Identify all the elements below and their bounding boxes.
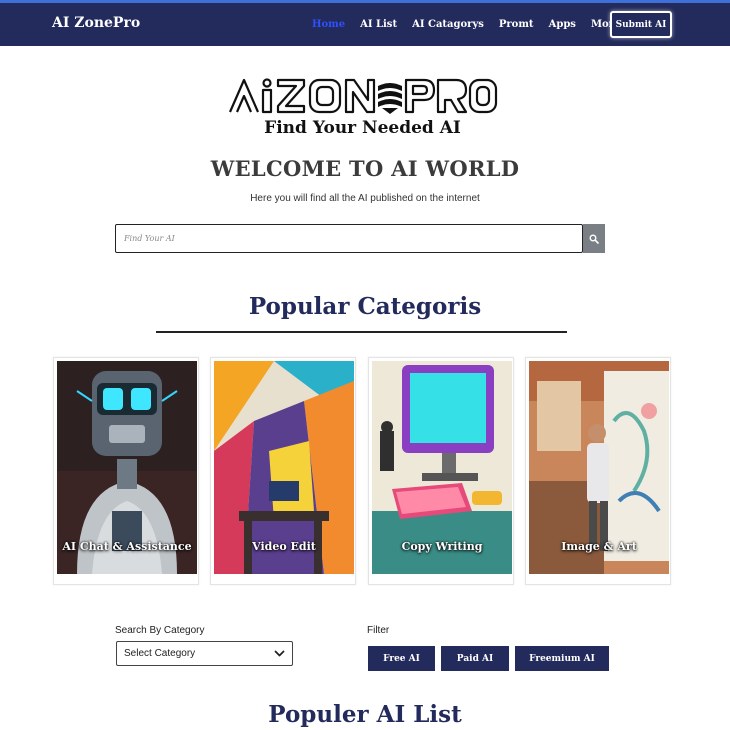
category-card-copy-writing[interactable]: Copy Writing [368,357,514,585]
freemium-ai-button[interactable]: Freemium AI [515,646,609,671]
search-by-category-label: Search By Category [115,625,205,636]
chevron-down-icon [274,650,285,657]
paid-ai-button[interactable]: Paid AI [441,646,509,671]
ai-list-heading: Populer AI List [268,701,462,728]
aizonpro-logo [228,78,498,114]
nav-links: Home AI List AI Catagorys Promt Apps Mor… [312,3,644,46]
submit-ai-button[interactable]: Submit AI [610,11,672,38]
top-navbar: AI ZonePro Home AI List AI Catagorys Pro… [0,0,730,46]
tagline: Find Your Needed AI [264,118,461,138]
search-icon [589,234,599,244]
category-select[interactable]: Select Category [116,641,293,666]
category-card-image-art[interactable]: Image & Art [525,357,671,585]
heading-underline [156,331,567,333]
category-label: AI Chat & Assistance [62,540,192,553]
nav-prompt[interactable]: Promt [499,19,534,30]
category-label: Copy Writing [401,540,483,553]
welcome-heading: WELCOME TO AI WORLD [210,156,520,181]
free-ai-button[interactable]: Free AI [368,646,435,671]
nav-apps[interactable]: Apps [549,19,576,30]
category-label: Video Edit [252,540,316,553]
category-card-video-edit[interactable]: Video Edit [210,357,356,585]
search-button[interactable] [583,224,605,253]
category-select-value: Select Category [124,648,196,659]
category-label: Image & Art [561,540,637,553]
categories-heading: Popular Categoris [248,293,482,320]
brand-name[interactable]: AI ZonePro [52,15,140,31]
welcome-subtitle: Here you will find all the AI published … [250,193,480,204]
nav-ai-list[interactable]: AI List [360,19,397,30]
search-input[interactable] [115,224,583,253]
nav-home[interactable]: Home [312,19,345,30]
category-card-ai-chat[interactable]: AI Chat & Assistance [53,357,199,585]
nav-ai-categories[interactable]: AI Catagorys [412,19,484,30]
filter-label: Filter [367,625,390,636]
